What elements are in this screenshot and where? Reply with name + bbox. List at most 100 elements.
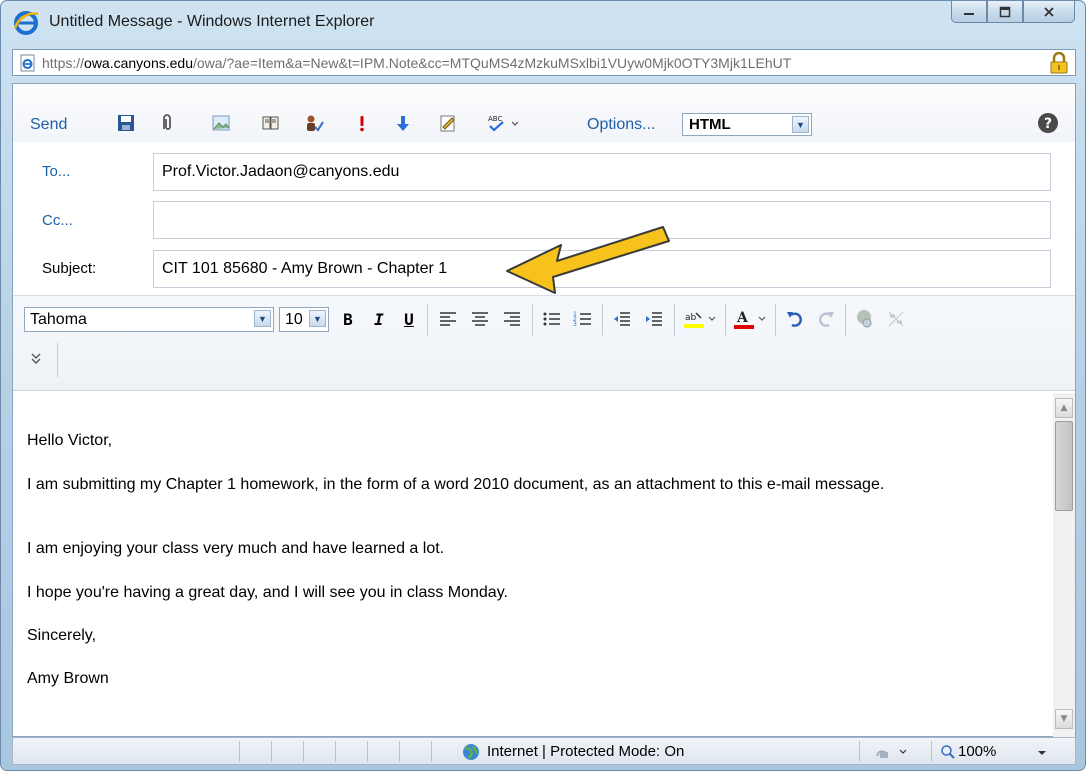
align-center-icon[interactable] bbox=[469, 308, 491, 330]
status-bar: Internet | Protected Mode: On 100% bbox=[12, 737, 1076, 765]
lock-icon[interactable] bbox=[1049, 51, 1069, 74]
status-separator bbox=[335, 741, 336, 762]
body-paragraph: I hope you're having a great day, and I … bbox=[27, 584, 508, 601]
minimize-icon bbox=[964, 12, 974, 15]
browser-window: Untitled Message - Windows Internet Expl… bbox=[0, 0, 1086, 771]
align-right-icon[interactable] bbox=[501, 308, 523, 330]
status-separator bbox=[931, 741, 932, 762]
page-icon bbox=[20, 54, 35, 71]
status-separator bbox=[239, 741, 240, 762]
chevron-down-icon[interactable]: ▼ bbox=[309, 310, 326, 327]
window-title: Untitled Message - Windows Internet Expl… bbox=[49, 13, 375, 30]
toolbar-separator bbox=[427, 304, 428, 336]
attach-icon[interactable] bbox=[157, 113, 177, 133]
low-importance-icon[interactable] bbox=[393, 113, 413, 133]
maximize-icon bbox=[999, 6, 1011, 17]
insert-image-icon[interactable] bbox=[211, 113, 231, 133]
status-separator bbox=[367, 741, 368, 762]
svg-text:?: ? bbox=[1044, 116, 1052, 132]
increase-indent-icon[interactable] bbox=[643, 308, 665, 330]
font-select[interactable]: Tahoma ▼ bbox=[24, 307, 274, 332]
chevron-down-icon[interactable] bbox=[1035, 744, 1049, 760]
maximize-button[interactable] bbox=[987, 1, 1023, 23]
underline-button[interactable]: U bbox=[398, 308, 420, 330]
globe-icon bbox=[463, 744, 479, 760]
status-separator bbox=[399, 741, 400, 762]
bullets-icon[interactable] bbox=[541, 308, 563, 330]
to-field[interactable]: Prof.Victor.Jadaon@canyons.edu bbox=[153, 153, 1051, 191]
chevron-down-icon[interactable]: ▼ bbox=[254, 310, 271, 327]
font-size-select[interactable]: 10 ▼ bbox=[279, 307, 329, 332]
chevron-double-down-icon[interactable] bbox=[27, 350, 45, 368]
check-names-icon[interactable] bbox=[304, 113, 324, 133]
body-paragraph: Hello Victor, bbox=[27, 432, 113, 449]
scroll-down-button[interactable]: ▼ bbox=[1055, 709, 1073, 729]
body-paragraph: I am enjoying your class very much and h… bbox=[27, 540, 445, 557]
toolbar-separator bbox=[725, 304, 726, 336]
zoom-level[interactable]: 100% bbox=[958, 743, 996, 760]
scroll-up-button[interactable]: ▲ bbox=[1055, 398, 1073, 418]
save-icon[interactable] bbox=[116, 113, 136, 133]
body-paragraph: I am submitting my Chapter 1 homework, i… bbox=[27, 476, 885, 493]
high-importance-icon[interactable] bbox=[352, 113, 372, 133]
body-paragraph: Amy Brown bbox=[27, 670, 109, 687]
remove-link-icon[interactable] bbox=[885, 308, 907, 330]
internet-explorer-icon bbox=[13, 11, 39, 35]
decrease-indent-icon[interactable] bbox=[611, 308, 633, 330]
message-body[interactable]: Hello Victor, I am submitting my Chapter… bbox=[13, 393, 1049, 738]
url-text[interactable]: https://owa.canyons.edu/owa/?ae=Item&a=N… bbox=[42, 55, 1049, 71]
address-book-icon[interactable] bbox=[261, 113, 281, 133]
security-zone-text[interactable]: Internet | Protected Mode: On bbox=[487, 743, 684, 760]
message-format-select[interactable]: HTML ▼ bbox=[682, 113, 812, 136]
close-button[interactable] bbox=[1023, 1, 1075, 23]
font-color-icon[interactable]: A bbox=[733, 308, 767, 330]
protected-mode-icon[interactable] bbox=[874, 744, 912, 760]
status-separator bbox=[271, 741, 272, 762]
callout-arrow-annotation bbox=[506, 226, 670, 294]
to-button[interactable]: To... bbox=[42, 163, 70, 180]
message-toolbar: Send ABC Options... HTML ▼ ? bbox=[13, 84, 1075, 142]
spell-check-icon[interactable]: ABC bbox=[486, 113, 522, 133]
subject-label: Subject: bbox=[42, 260, 97, 277]
svg-text:ABC: ABC bbox=[488, 115, 502, 123]
bold-button[interactable]: B bbox=[337, 308, 359, 330]
font-value: Tahoma bbox=[30, 311, 87, 328]
toolbar-separator bbox=[602, 304, 603, 336]
status-separator bbox=[303, 741, 304, 762]
send-button[interactable]: Send bbox=[30, 116, 67, 134]
zoom-icon bbox=[941, 745, 955, 759]
formatting-toolbar: Tahoma ▼ 10 ▼ B I U 123 ab A bbox=[13, 295, 1075, 391]
toolbar-separator bbox=[57, 343, 58, 377]
cc-button[interactable]: Cc... bbox=[42, 212, 73, 229]
signature-icon[interactable] bbox=[438, 113, 458, 133]
highlight-icon[interactable]: ab bbox=[683, 308, 717, 330]
align-left-icon[interactable] bbox=[437, 308, 459, 330]
font-size-value: 10 bbox=[285, 311, 303, 328]
help-icon[interactable]: ? bbox=[1037, 112, 1059, 134]
insert-link-icon[interactable] bbox=[853, 308, 875, 330]
toolbar-separator bbox=[674, 304, 675, 336]
undo-icon[interactable] bbox=[784, 308, 806, 330]
svg-text:A: A bbox=[736, 310, 749, 326]
status-separator bbox=[431, 741, 432, 762]
body-paragraph: Sincerely, bbox=[27, 627, 97, 644]
toolbar-separator bbox=[532, 304, 533, 336]
scroll-thumb[interactable] bbox=[1055, 421, 1073, 511]
options-button[interactable]: Options... bbox=[587, 116, 655, 134]
italic-button[interactable]: I bbox=[368, 308, 390, 330]
svg-text:3: 3 bbox=[573, 321, 577, 328]
minimize-button[interactable] bbox=[951, 1, 987, 23]
redo-icon[interactable] bbox=[815, 308, 837, 330]
status-separator bbox=[859, 741, 860, 762]
title-bar[interactable]: Untitled Message - Windows Internet Expl… bbox=[1, 1, 1085, 45]
toolbar-separator bbox=[845, 304, 846, 336]
chevron-down-icon[interactable]: ▼ bbox=[792, 116, 809, 133]
url-path: /owa/?ae=Item&a=New&t=IPM.Note&cc=MTQuMS… bbox=[193, 54, 792, 71]
svg-text:ab: ab bbox=[685, 313, 697, 323]
message-format-value: HTML bbox=[689, 116, 731, 133]
vertical-scrollbar[interactable]: ▲ ▼ bbox=[1053, 393, 1075, 738]
numbering-icon[interactable]: 123 bbox=[572, 308, 594, 330]
url-scheme: https:// bbox=[42, 54, 85, 71]
caption-buttons bbox=[951, 1, 1075, 25]
address-bar[interactable]: https://owa.canyons.edu/owa/?ae=Item&a=N… bbox=[12, 49, 1076, 76]
